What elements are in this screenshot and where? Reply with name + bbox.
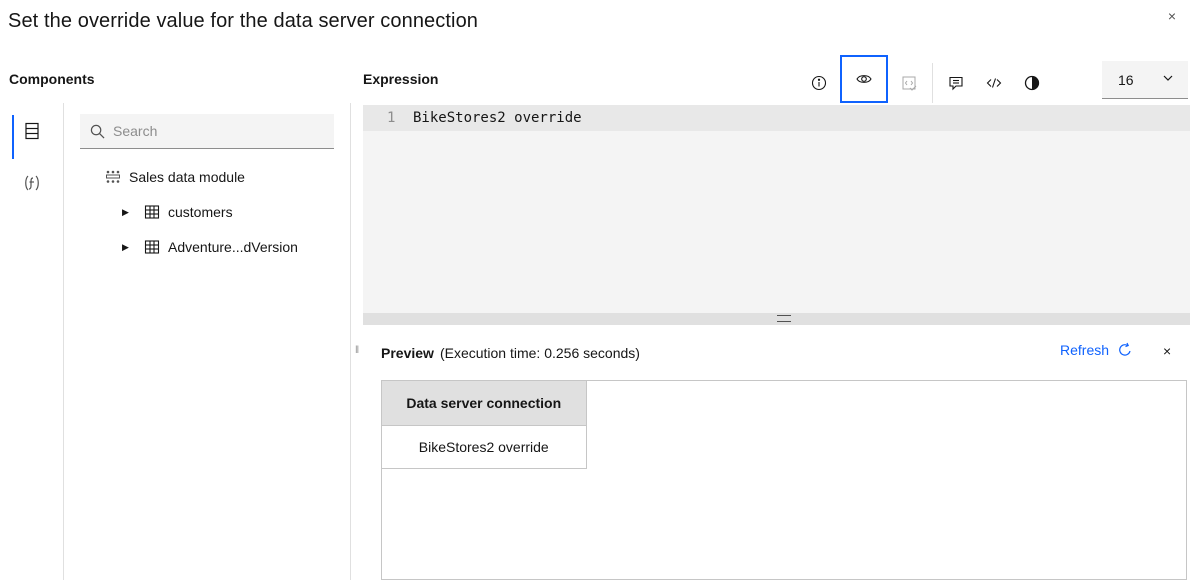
tree-item-adventure[interactable]: ▶ Adventure...dVersion — [122, 237, 298, 257]
tree-item-label: Adventure...dVersion — [168, 239, 298, 255]
refresh-icon — [1119, 342, 1131, 356]
expression-toolbar — [800, 55, 1051, 105]
editor-line: 1 BikeStores2 override — [363, 105, 1190, 131]
expand-caret-icon[interactable]: ▶ — [122, 207, 132, 218]
search-field[interactable] — [80, 114, 334, 149]
contrast-icon — [1024, 75, 1040, 91]
data-tree-tab[interactable] — [10, 111, 54, 159]
tree-item-label: customers — [168, 204, 233, 220]
expression-heading: Expression — [363, 71, 439, 87]
table-row: BikeStores2 override — [382, 425, 587, 469]
expand-caret-icon[interactable]: ▶ — [122, 242, 132, 253]
column-header: Data server connection — [382, 381, 587, 426]
tree-item-label: Sales data module — [129, 169, 245, 185]
search-input[interactable] — [113, 123, 313, 139]
font-size-select[interactable]: 16 — [1102, 61, 1188, 99]
view-icon — [856, 75, 872, 83]
preview-label: Preview — [381, 345, 434, 361]
tree-item-customers[interactable]: ▶ customers — [122, 202, 233, 222]
toolbar-separator — [932, 63, 933, 103]
comment-button[interactable] — [937, 61, 975, 105]
preview-toggle-button[interactable] — [838, 53, 890, 105]
table-icon — [144, 205, 160, 219]
preview-title: Preview (Execution time: 0.256 seconds) — [381, 345, 640, 361]
dialog-title: Set the override value for the data serv… — [8, 10, 479, 32]
preview-results: Data server connection BikeStores2 overr… — [381, 380, 1187, 580]
data-module-icon — [106, 170, 120, 183]
panel-divider — [350, 103, 351, 580]
line-number: 1 — [387, 110, 396, 126]
components-heading: Components — [9, 71, 95, 87]
line-code: BikeStores2 override — [413, 110, 582, 126]
table-icon — [144, 240, 160, 254]
code-button[interactable] — [975, 61, 1013, 105]
resize-grip-icon — [777, 315, 791, 322]
table-cell: BikeStores2 override — [382, 425, 587, 469]
close-preview-button[interactable]: × — [1163, 343, 1171, 359]
code-check-icon — [902, 76, 917, 91]
functions-tab[interactable] — [10, 163, 54, 203]
function-icon — [25, 175, 39, 191]
results-table: Data server connection BikeStores2 overr… — [382, 381, 587, 469]
info-icon — [811, 75, 827, 91]
vertical-splitter-handle[interactable]: ‖ — [355, 345, 359, 356]
comment-icon — [949, 76, 963, 91]
chevron-down-icon — [1163, 75, 1173, 81]
refresh-button[interactable]: Refresh — [1060, 342, 1133, 358]
font-size-value: 16 — [1118, 71, 1134, 88]
refresh-label: Refresh — [1060, 342, 1110, 358]
code-icon — [986, 78, 1002, 88]
tree-item-sales-data-module[interactable]: Sales data module — [105, 167, 245, 187]
list-panel-icon — [25, 122, 39, 140]
contrast-button[interactable] — [1013, 61, 1051, 105]
table-header-row: Data server connection — [382, 381, 587, 426]
expression-editor[interactable]: 1 BikeStores2 override — [363, 105, 1190, 313]
components-rail — [0, 103, 64, 580]
editor-resize-bar[interactable] — [363, 313, 1190, 325]
info-button[interactable] — [800, 61, 838, 105]
execution-time: (Execution time: 0.256 seconds) — [439, 345, 640, 361]
validate-button[interactable] — [890, 61, 928, 105]
search-icon — [90, 124, 105, 138]
close-dialog-button[interactable]: × — [1168, 8, 1176, 24]
